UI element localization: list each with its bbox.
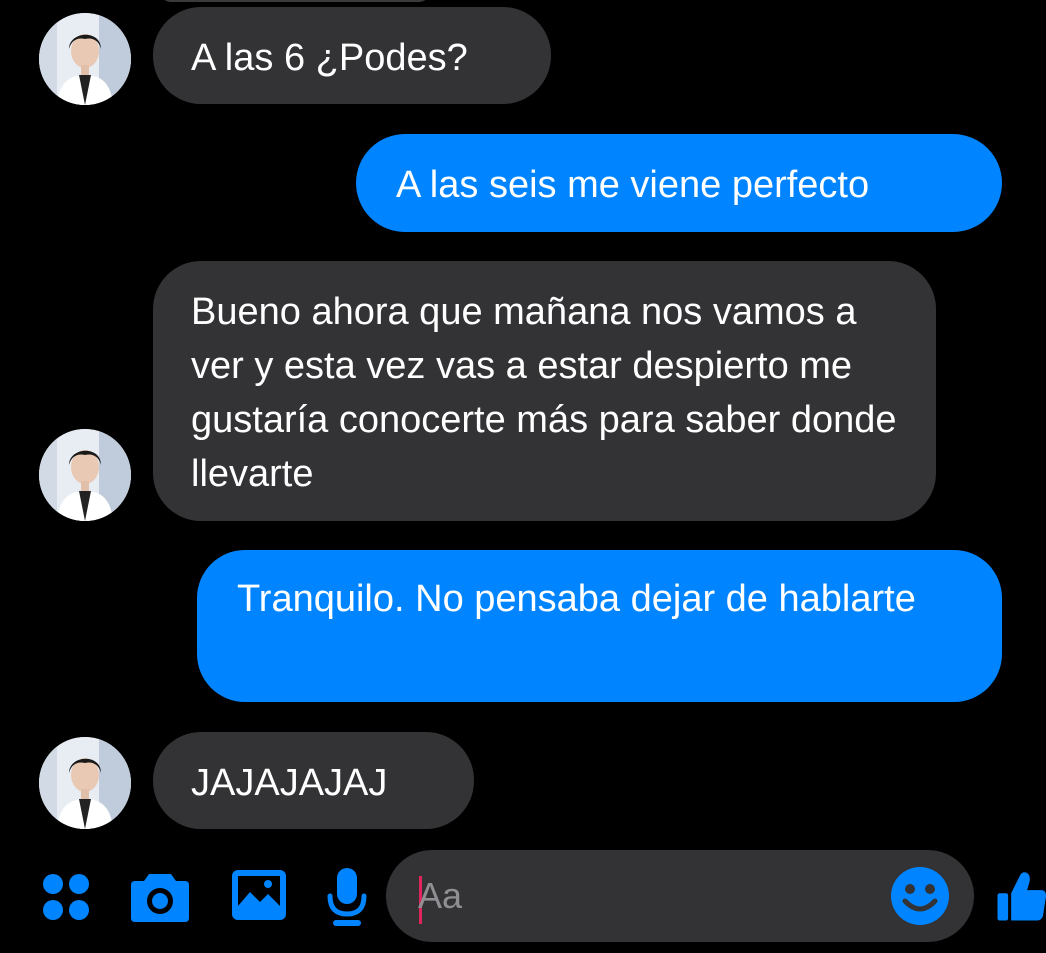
image-icon[interactable] xyxy=(229,865,289,925)
message-text: Bueno ahora que mañana nos vamos a ver y… xyxy=(191,291,897,495)
contact-avatar[interactable] xyxy=(39,429,131,521)
message-text: Tranquilo. No pensaba dejar de hablarte xyxy=(237,578,916,620)
microphone-icon[interactable] xyxy=(324,865,370,929)
thumbs-up-icon[interactable] xyxy=(996,861,1046,933)
avatar-photo-icon xyxy=(39,13,131,105)
message-bubble-outgoing[interactable]: A las seis me viene perfecto xyxy=(356,134,1002,232)
composer-bar xyxy=(0,843,1046,953)
camera-icon[interactable] xyxy=(127,868,193,926)
previous-message-bubble-edge xyxy=(160,0,430,2)
message-bubble-incoming[interactable]: JAJAJAJAJ xyxy=(153,732,474,829)
message-bubble-outgoing[interactable]: Tranquilo. No pensaba dejar de hablarte xyxy=(197,550,1002,702)
message-bubble-incoming[interactable]: A las 6 ¿Podes? xyxy=(153,7,551,104)
contact-avatar[interactable] xyxy=(39,13,131,105)
message-bubble-incoming[interactable]: Bueno ahora que mañana nos vamos a ver y… xyxy=(153,261,936,521)
smiley-icon[interactable] xyxy=(888,864,952,928)
message-text: A las seis me viene perfecto xyxy=(396,164,870,206)
message-input[interactable] xyxy=(418,868,878,924)
four-dots-icon[interactable] xyxy=(38,869,94,925)
message-text: A las 6 ¿Podes? xyxy=(191,37,468,79)
contact-avatar[interactable] xyxy=(39,737,131,829)
avatar-photo-icon xyxy=(39,429,131,521)
message-input-container[interactable] xyxy=(386,850,974,942)
avatar-photo-icon xyxy=(39,737,131,829)
chat-screen: A las 6 ¿Podes? A las seis me viene perf… xyxy=(0,0,1046,953)
message-text: JAJAJAJAJ xyxy=(191,762,388,804)
